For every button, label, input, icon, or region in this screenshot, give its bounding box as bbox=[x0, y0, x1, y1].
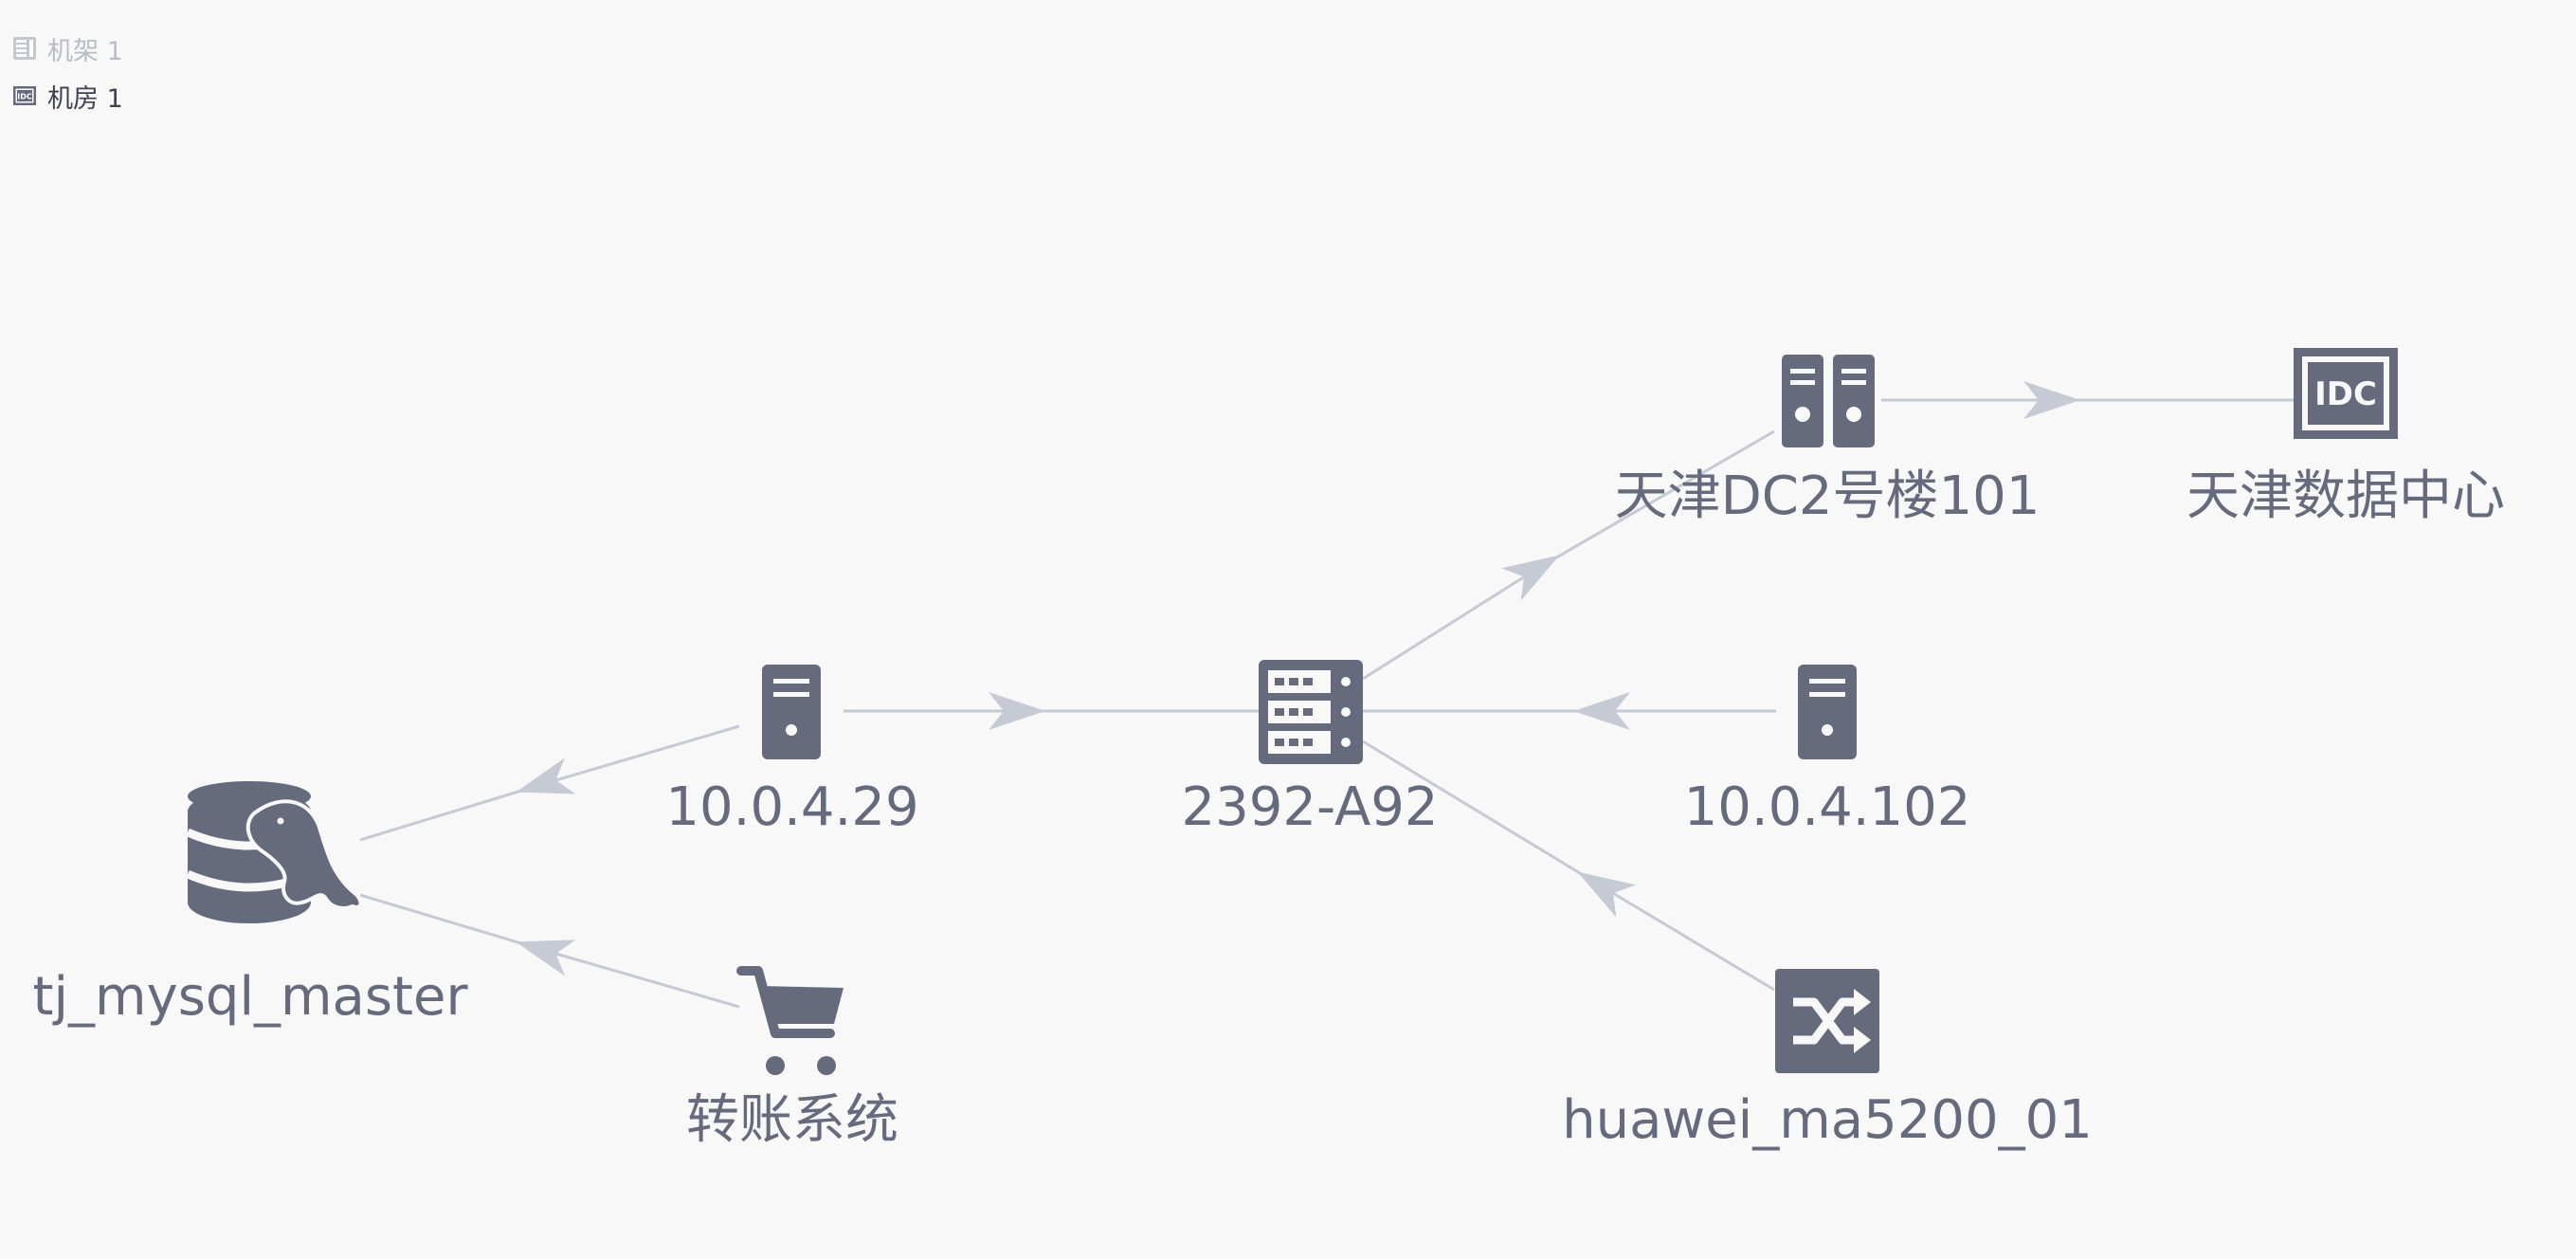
node-10-0-4-102[interactable]: 10.0.4.102 bbox=[1684, 665, 1971, 838]
node-huawei-ma5200-01[interactable]: huawei_ma5200_01 bbox=[1562, 969, 2093, 1151]
node-label: 10.0.4.29 bbox=[665, 776, 918, 838]
mysql-database-icon bbox=[186, 781, 363, 923]
node-label: 2392-A92 bbox=[1181, 776, 1438, 838]
node-tianjin-dc2-101[interactable]: 天津DC2号楼101 bbox=[1615, 355, 2041, 527]
shopping-cart-icon bbox=[736, 966, 844, 1075]
node-2392-a92[interactable]: 2392-A92 bbox=[1181, 660, 1439, 838]
server-icon bbox=[762, 665, 821, 759]
node-label: 天津DC2号楼101 bbox=[1615, 465, 2041, 527]
node-label: 天津数据中心 bbox=[2186, 465, 2505, 527]
svg-text:IDC: IDC bbox=[2314, 375, 2377, 413]
node-tianjin-data-center[interactable]: IDC 天津数据中心 bbox=[2186, 348, 2505, 527]
node-label: huawei_ma5200_01 bbox=[1562, 1089, 2093, 1151]
server-icon bbox=[1798, 665, 1857, 759]
rack-server-icon bbox=[1259, 660, 1363, 764]
node-transfer-system[interactable]: 转账系统 bbox=[686, 966, 898, 1151]
node-10-0-4-29[interactable]: 10.0.4.29 bbox=[665, 665, 919, 838]
node-label: 转账系统 bbox=[686, 1089, 898, 1151]
topology-diagram: tj_mysql_master 10.0.4.29 转账系统 2392-A92 … bbox=[33, 348, 2505, 1151]
machine-room-icon bbox=[1782, 355, 1875, 447]
node-label: tj_mysql_master bbox=[33, 966, 469, 1028]
idc-icon: IDC bbox=[2294, 348, 2398, 439]
node-tj-mysql-master[interactable]: tj_mysql_master bbox=[33, 781, 469, 1028]
node-label: 10.0.4.102 bbox=[1684, 776, 1971, 838]
switch-icon bbox=[1775, 969, 1879, 1073]
